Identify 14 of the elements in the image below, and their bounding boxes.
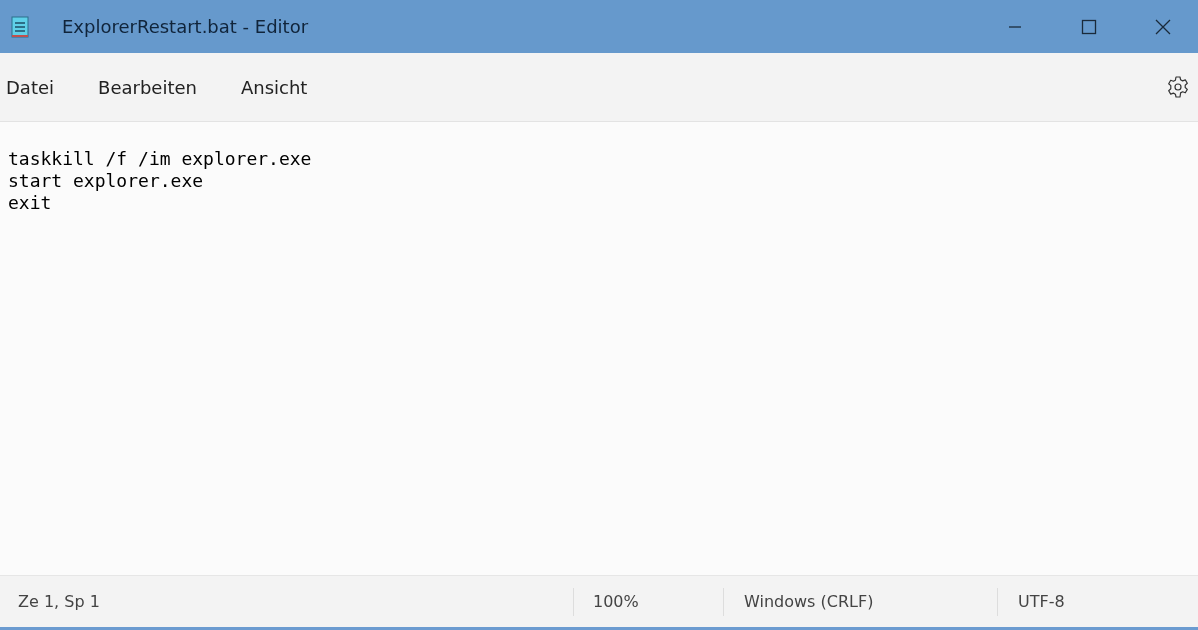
menu-item[interactable]: Bearbeiten <box>92 72 203 102</box>
status-text: Ze 1, Sp 1 <box>18 592 100 611</box>
editor-area[interactable]: taskkill /f /im explorer.exe start explorer.exe exit <box>0 122 1198 576</box>
status-text: UTF-8 <box>1018 592 1065 611</box>
status-text: 100% <box>593 592 639 611</box>
settings-icon[interactable] <box>1166 75 1190 99</box>
status-text: Windows (CRLF) <box>744 592 874 611</box>
window-title: ExplorerRestart.bat - Editor <box>62 16 309 37</box>
maximize-icon[interactable] <box>1081 18 1097 35</box>
notepad-icon <box>10 14 30 39</box>
editor-text: taskkill /f /im explorer.exe start explorer.exe exit <box>8 148 313 214</box>
menu-item[interactable]: Datei <box>0 72 61 102</box>
menu-item[interactable]: Ansicht <box>234 72 314 102</box>
close-icon[interactable] <box>1155 18 1171 35</box>
